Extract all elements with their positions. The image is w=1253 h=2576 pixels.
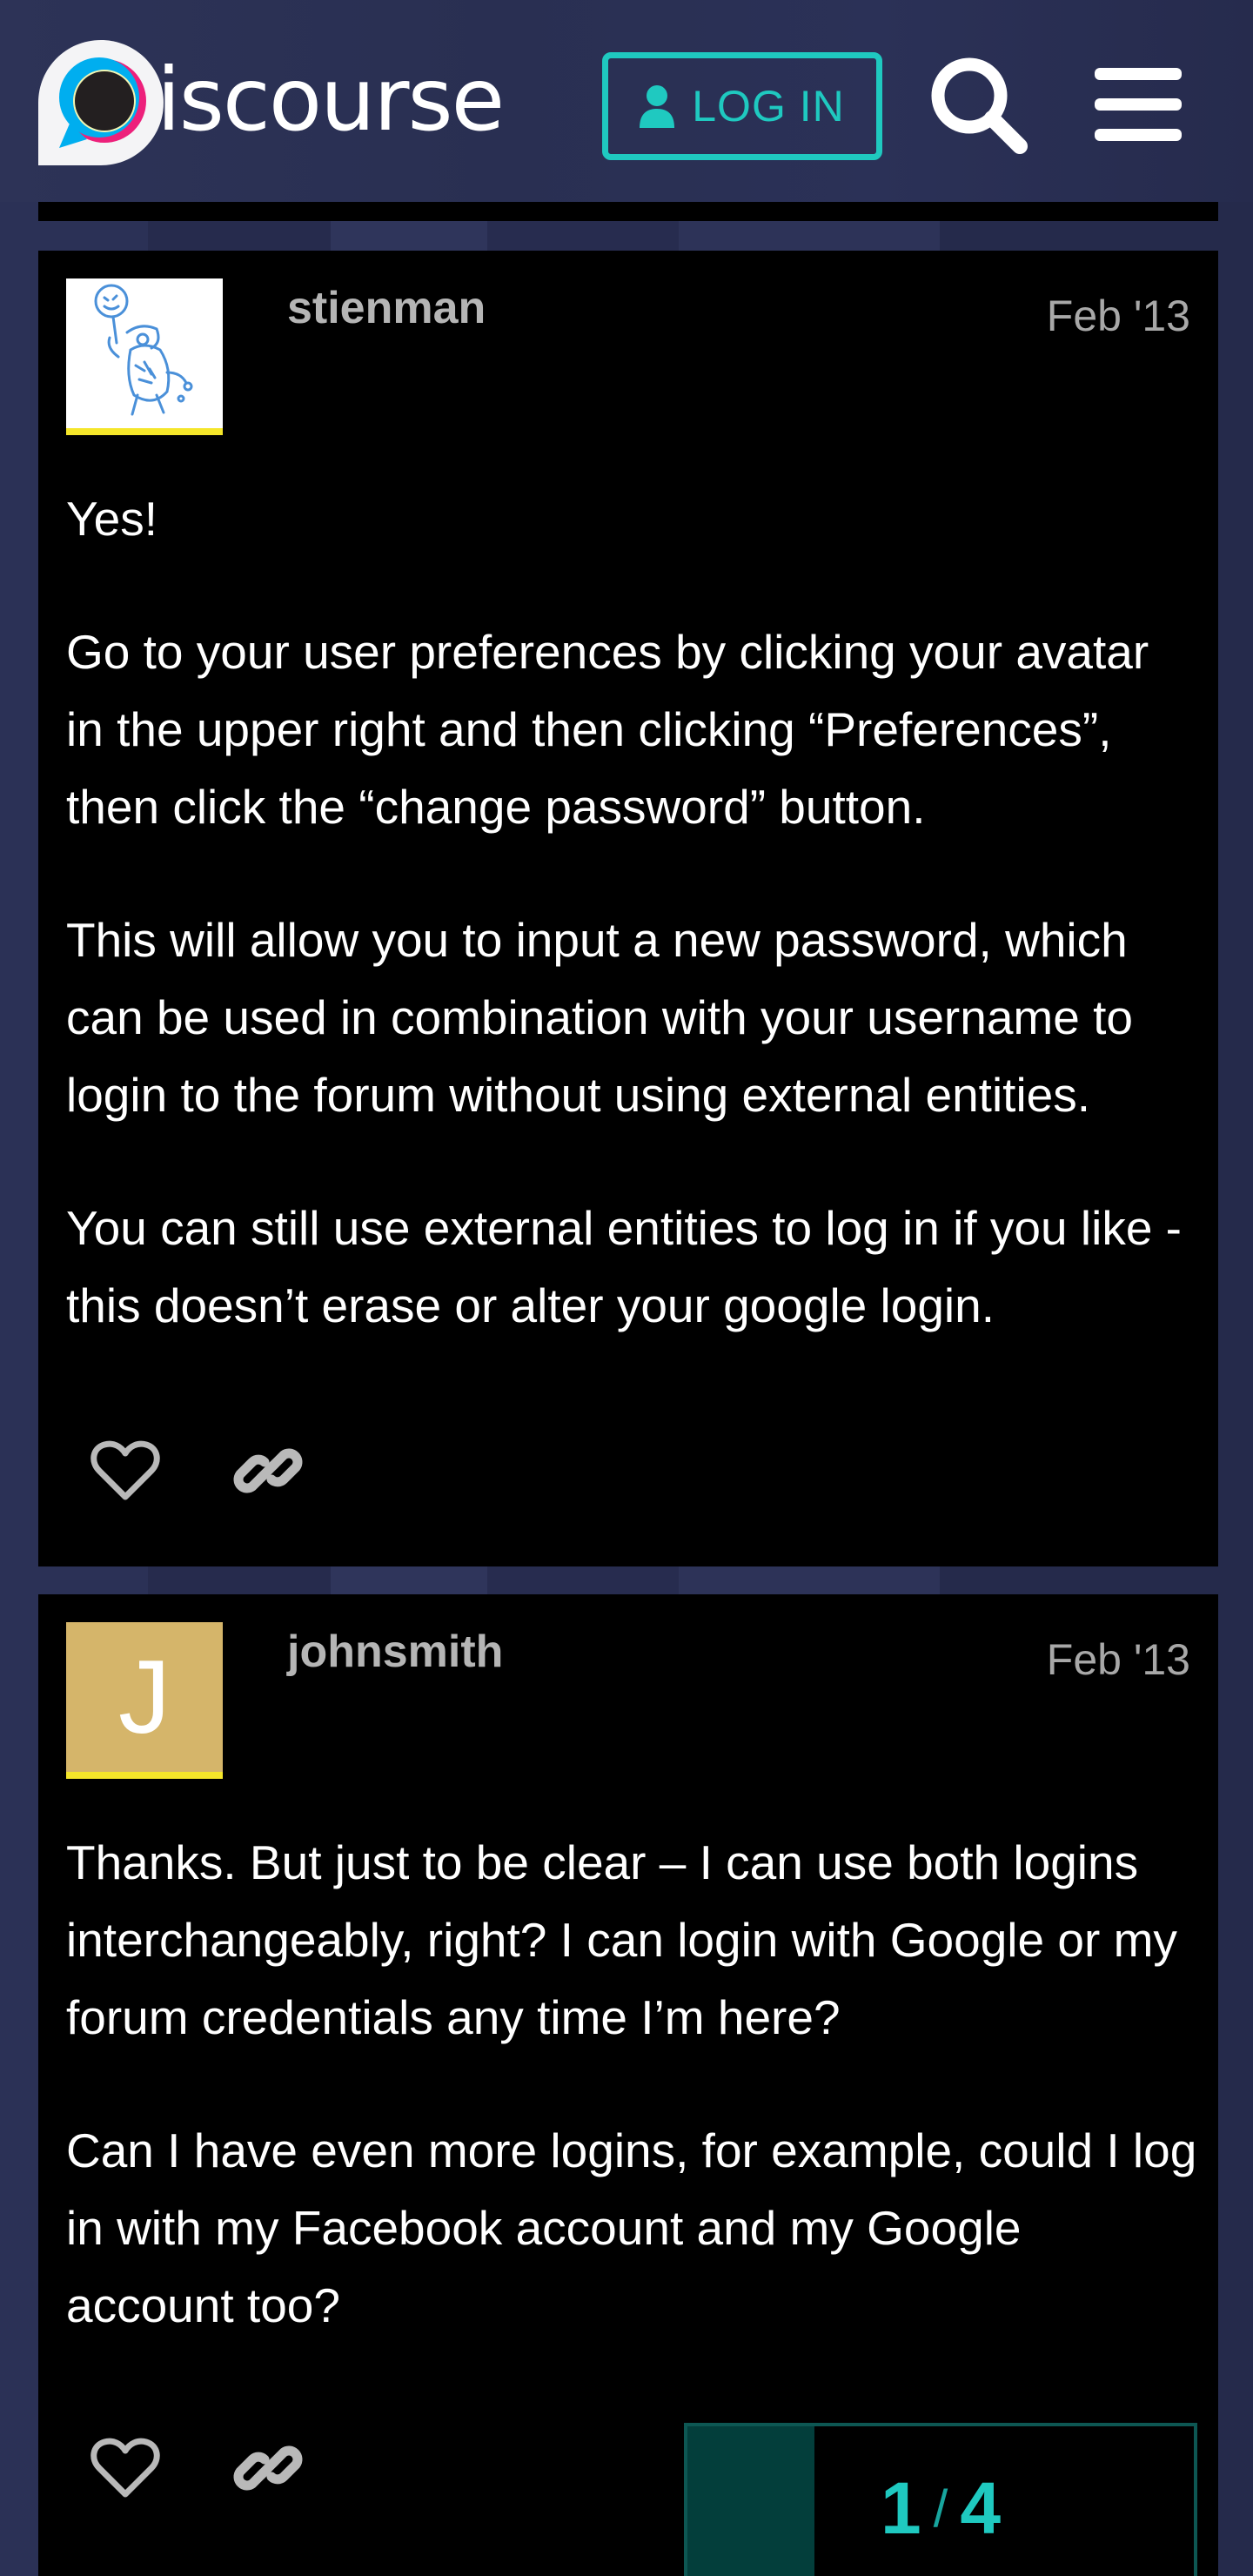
heart-icon bbox=[90, 1440, 160, 1500]
post-username[interactable]: johnsmith bbox=[287, 1626, 503, 1678]
login-button[interactable]: LOG IN bbox=[602, 52, 882, 160]
link-icon bbox=[233, 2445, 303, 2491]
copy-link-button[interactable] bbox=[230, 1432, 306, 1509]
logo-wordmark: iscourse bbox=[157, 49, 505, 151]
post-paragraph: Thanks. But just to be clear – I can use… bbox=[66, 1835, 1177, 2044]
doodle-avatar-icon bbox=[94, 284, 193, 416]
discourse-logo[interactable]: iscourse bbox=[35, 33, 505, 172]
user-icon bbox=[640, 85, 675, 128]
post: stienman Feb '13 Yes! Go to your user pr… bbox=[38, 251, 1218, 1566]
post-paragraph: Yes! bbox=[66, 492, 158, 546]
avatar[interactable]: J bbox=[66, 1622, 223, 1779]
like-button[interactable] bbox=[87, 2430, 164, 2506]
link-icon bbox=[233, 1448, 303, 1493]
search-button[interactable] bbox=[926, 52, 1030, 157]
post-body: Yes! Go to your user preferences by clic… bbox=[66, 480, 1197, 1400]
progress-separator: / bbox=[933, 2479, 948, 2538]
login-label: LOG IN bbox=[692, 82, 845, 131]
progress-current: 1 bbox=[880, 2466, 921, 2549]
copy-link-button[interactable] bbox=[230, 2430, 306, 2506]
post-actions bbox=[87, 2430, 306, 2506]
hamburger-menu-button[interactable] bbox=[1093, 63, 1183, 146]
site-header: iscourse LOG IN bbox=[0, 0, 1253, 202]
search-icon bbox=[931, 57, 1028, 154]
progress-counter: 1 / 4 bbox=[687, 2426, 1194, 2576]
header-divider bbox=[38, 202, 1218, 221]
post-paragraph: You can still use external entities to l… bbox=[66, 1201, 1182, 1332]
like-button[interactable] bbox=[87, 1432, 164, 1509]
avatar[interactable] bbox=[66, 278, 223, 435]
post-actions bbox=[87, 1432, 306, 1509]
post-body: Thanks. But just to be clear – I can use… bbox=[66, 1824, 1197, 2400]
post-paragraph: Go to your user preferences by clicking … bbox=[66, 625, 1149, 834]
progress-total: 4 bbox=[960, 2466, 1002, 2549]
post-paragraph: This will allow you to input a new passw… bbox=[66, 913, 1133, 1122]
topic-progress[interactable]: 1 / 4 bbox=[684, 2423, 1197, 2576]
hamburger-icon bbox=[1095, 68, 1182, 141]
post-date[interactable]: Feb '13 bbox=[1047, 291, 1190, 341]
heart-icon bbox=[90, 2438, 160, 2498]
post-date[interactable]: Feb '13 bbox=[1047, 1634, 1190, 1685]
post-username[interactable]: stienman bbox=[287, 282, 486, 334]
post-paragraph: Can I have even more logins, for example… bbox=[66, 2123, 1197, 2332]
avatar-letter: J bbox=[118, 1639, 171, 1755]
discourse-logo-icon bbox=[38, 40, 164, 165]
